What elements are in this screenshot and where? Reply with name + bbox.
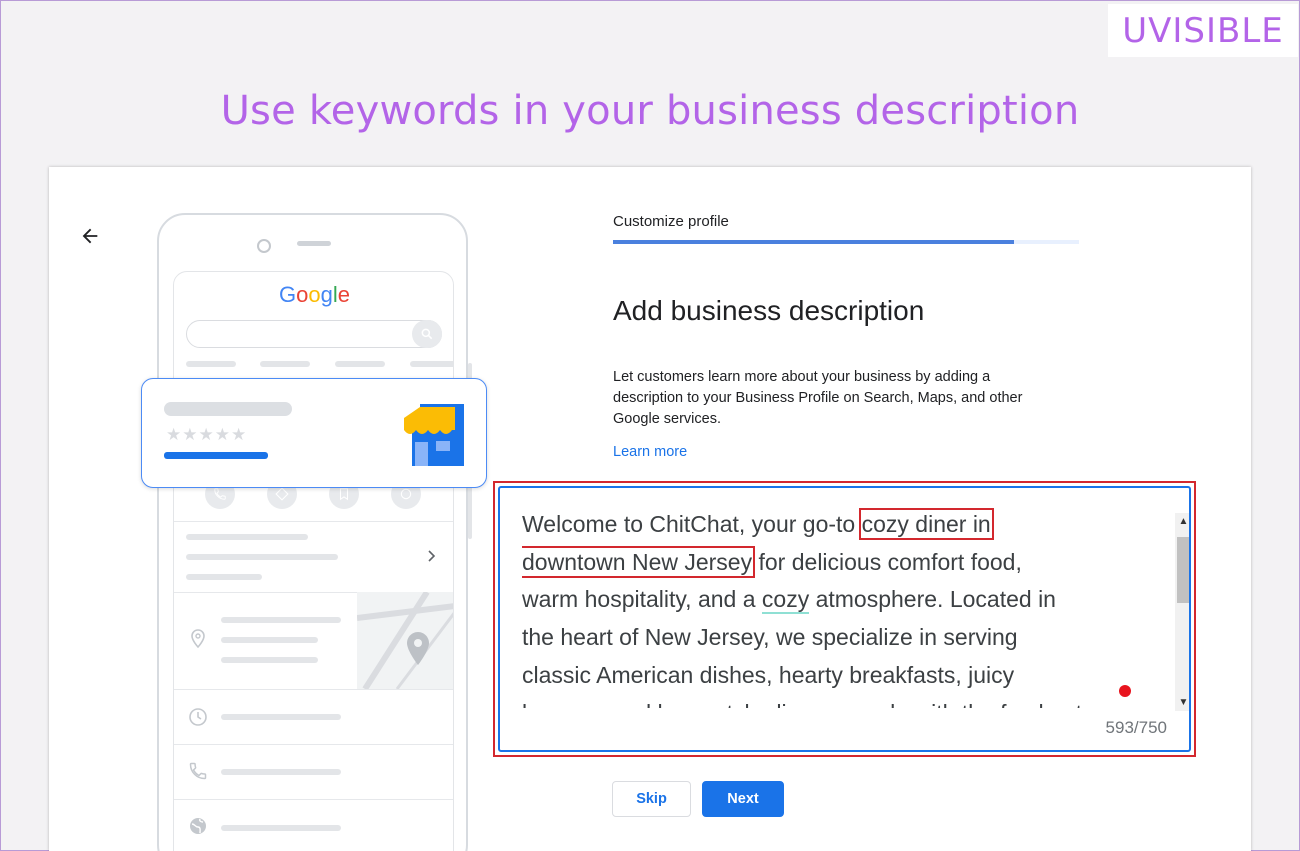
google-logo-letter: e xyxy=(337,282,350,307)
placeholder-bar xyxy=(221,714,341,720)
highlight-box: Welcome to ChitChat, your go-to cozy din… xyxy=(493,481,1196,757)
placeholder-bar xyxy=(186,554,338,560)
google-logo: Google xyxy=(174,282,453,308)
section-title: Add business description xyxy=(613,295,925,326)
back-arrow-icon[interactable] xyxy=(79,225,101,247)
clock-icon xyxy=(189,708,207,726)
placeholder-bar xyxy=(186,534,308,540)
text-segment: classic American dishes, hearty breakfas… xyxy=(522,661,1015,688)
text-segment: Welcome to ChitChat, your go-to xyxy=(522,511,862,537)
progress-bar xyxy=(613,240,1079,244)
placeholder-bar xyxy=(186,574,262,580)
placeholder-bar xyxy=(221,657,318,663)
description-text: Let customers learn more about your busi… xyxy=(613,369,1023,427)
scroll-thumb[interactable] xyxy=(1177,537,1189,603)
scroll-up-icon[interactable]: ▲ xyxy=(1175,513,1189,530)
placeholder-bar xyxy=(410,361,453,367)
divider xyxy=(174,689,453,690)
placeholder-bar xyxy=(221,825,341,831)
next-button[interactable]: Next xyxy=(702,781,784,817)
uvisible-logo: UVISIBLE xyxy=(1108,4,1298,57)
textarea-content[interactable]: Welcome to ChitChat, your go-to cozy din… xyxy=(522,506,1147,708)
chevron-right-icon xyxy=(428,550,436,562)
text-segment: for delicious comfort food, xyxy=(752,548,1022,575)
skip-button[interactable]: Skip xyxy=(612,781,691,817)
placeholder-bar xyxy=(335,361,385,367)
keyword-highlight: cozy diner in xyxy=(858,508,994,540)
text-segment: atmosphere. Located in xyxy=(809,586,1056,613)
keyword-highlight: downtown New Jersey xyxy=(522,545,756,578)
placeholder-bar xyxy=(186,361,236,367)
phone-camera xyxy=(257,239,271,253)
text-segment: warm hospitality, and a xyxy=(522,586,762,613)
phone-screen: Google xyxy=(173,271,454,851)
google-logo-letter: o xyxy=(308,282,321,307)
location-pin-icon xyxy=(191,629,205,649)
divider xyxy=(174,521,453,522)
rating-stars: ★★★★★ xyxy=(166,425,248,444)
phone-icon xyxy=(189,762,207,780)
spellcheck-word: cozy xyxy=(761,586,810,615)
business-listing-card: ★★★★★ xyxy=(141,378,487,488)
step-label: Customize profile xyxy=(613,213,729,230)
placeholder-bar xyxy=(221,769,341,775)
scroll-down-icon[interactable]: ▼ xyxy=(1175,694,1189,711)
google-logo-letter: G xyxy=(278,282,297,307)
map-thumbnail xyxy=(357,592,453,689)
google-logo-letter: o xyxy=(296,282,309,307)
storefront-icon xyxy=(404,404,464,466)
phone-illustration: Google xyxy=(157,213,468,851)
placeholder-bar xyxy=(164,452,268,459)
placeholder-bar xyxy=(164,402,292,416)
placeholder-bar xyxy=(221,617,341,623)
page-headline: Use keywords in your business descriptio… xyxy=(220,88,1080,134)
text-segment: the heart of New Jersey, we specialize i… xyxy=(522,624,1018,651)
setup-card: Google ★★★★★ Customize profile Add busin… xyxy=(49,167,1251,851)
phone-speaker xyxy=(297,241,331,246)
placeholder-bar xyxy=(221,637,318,643)
progress-fill xyxy=(613,240,1014,244)
search-icon xyxy=(412,320,442,348)
text-segment: burgers, and homestyle dinners made with… xyxy=(522,700,1082,708)
learn-more-link[interactable]: Learn more xyxy=(613,444,687,460)
textarea-scrollbar[interactable]: ▲ ▼ xyxy=(1175,513,1189,711)
cursor-dot xyxy=(1119,685,1131,697)
business-description-textarea[interactable]: Welcome to ChitChat, your go-to cozy din… xyxy=(498,486,1191,752)
divider xyxy=(174,799,453,800)
character-counter: 593/750 xyxy=(1105,718,1167,737)
google-logo-letter: g xyxy=(320,282,333,307)
divider xyxy=(174,744,453,745)
placeholder-bar xyxy=(260,361,310,367)
phone-search-bar xyxy=(186,320,442,348)
globe-icon xyxy=(190,818,206,834)
